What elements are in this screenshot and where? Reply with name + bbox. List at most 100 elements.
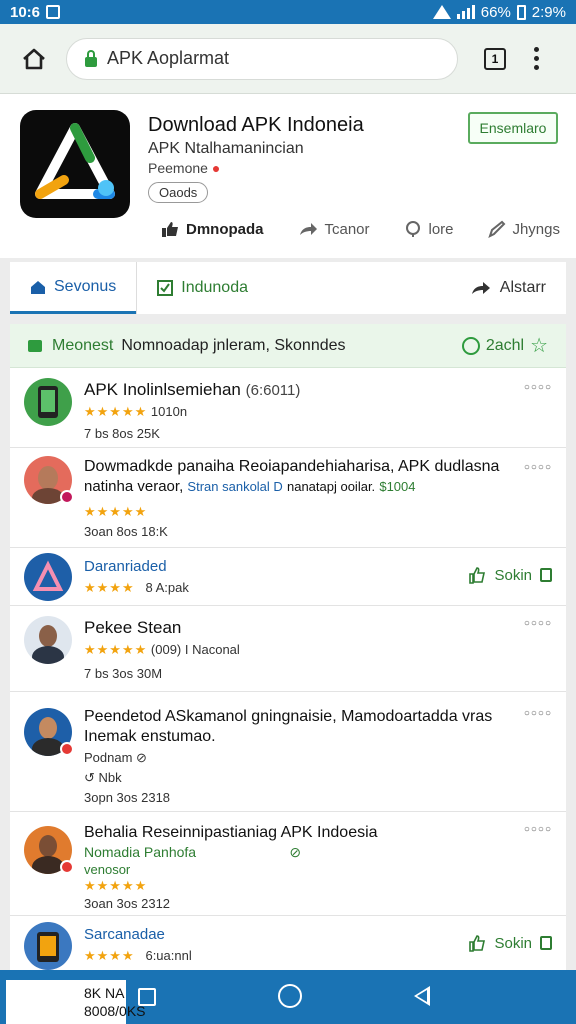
wifi-icon xyxy=(432,5,451,19)
recents-button[interactable] xyxy=(138,988,156,1006)
more-options-icon[interactable]: ○○○○ xyxy=(524,708,552,719)
share-arrow-icon xyxy=(471,282,490,294)
app-tag[interactable]: Oaods xyxy=(148,182,209,203)
user-avatar xyxy=(24,616,72,664)
item-title: APK Inolinlsemiehan (6:6011) xyxy=(84,380,301,399)
status-clock: 2:9% xyxy=(531,3,566,21)
more-options-icon[interactable]: ○○○○ xyxy=(524,462,552,473)
clock-icon xyxy=(461,336,480,355)
home-button[interactable] xyxy=(14,39,54,79)
install-button[interactable]: Ensemlaro xyxy=(468,112,558,144)
notification-icon xyxy=(46,5,61,19)
app-actions: Dmnopada Tcanor lore Jhyngs xyxy=(160,220,560,238)
app-developer: Peemone ● xyxy=(148,160,221,176)
bookmark-icon xyxy=(540,568,552,582)
list-item[interactable]: Daranriaded ★★★★ 8 A:pak Sokin xyxy=(10,548,566,606)
item-meta-2: ↺ Nbk xyxy=(84,770,122,785)
thumb-icon xyxy=(162,222,178,237)
battery-icon xyxy=(516,4,526,20)
overflow-menu-button[interactable] xyxy=(534,47,539,70)
item-rating: ★★★★ 8 A:pak xyxy=(84,580,189,595)
item-rating: ★★★★★ (009) I Naconal xyxy=(84,642,240,657)
item-rating: ★★★★★ xyxy=(84,504,148,519)
list-header-new: Meonest xyxy=(52,336,114,354)
item-stats: 3oan 8os 18:K xyxy=(84,524,168,539)
home-nav-button[interactable] xyxy=(278,984,302,1008)
item-title: Sarcanadae xyxy=(84,926,165,943)
item-stats: 3opn 3os 2318 xyxy=(84,790,171,805)
list-item[interactable]: Pekee Stean ★★★★★ (009) I Naconal 7 bs 3… xyxy=(10,606,566,692)
item-title: Peendetod ASkamanol gningnaisie, Mamodoa… xyxy=(84,708,493,725)
item-developer: Nomadia Panhofa ⊘ xyxy=(84,844,302,860)
item-subtitle: Inemak enstumao. xyxy=(84,728,216,745)
list-item[interactable]: Peendetod ASkamanol gningnaisie, Mamodoa… xyxy=(10,692,566,812)
star-outline-icon: ☆ xyxy=(530,335,548,357)
item-rating: ★★★★ 6:ua:nnl xyxy=(84,948,192,963)
home-icon xyxy=(23,48,45,69)
item-rating: ★★★★★ 1010n xyxy=(84,404,188,419)
item-title: Pekee Stean xyxy=(84,618,182,637)
more-options-icon[interactable]: ○○○○ xyxy=(524,382,552,393)
app-list-card: Meonest Nomnoadap jnleram, Skonndes 2ach… xyxy=(10,324,566,974)
browser-toolbar: APK Aoplarmat 1 xyxy=(0,24,576,94)
lock-icon xyxy=(85,49,97,67)
badge-icon xyxy=(60,860,74,874)
app-subtitle: APK Ntalhamanincian xyxy=(148,140,304,157)
badge-icon xyxy=(60,742,74,756)
item-stats: 7 bs 8os 25K xyxy=(84,426,160,441)
settings-action[interactable]: Jhyngs xyxy=(488,220,560,238)
checkbox-icon xyxy=(157,280,174,296)
app-avatar xyxy=(24,922,72,970)
download-action[interactable]: Dmnopada xyxy=(160,220,264,238)
nav-note: 8K NA 8008/0KS xyxy=(6,980,146,1024)
thumb-icon xyxy=(469,567,486,584)
list-header-text: Nomnoadap jnleram, Skonndes xyxy=(121,336,346,354)
info-icon xyxy=(406,221,421,237)
tab-indonesia[interactable]: Indunoda xyxy=(136,262,268,314)
badge-icon xyxy=(60,490,74,504)
edit-icon xyxy=(488,220,506,238)
list-item[interactable]: Behalia Reseinnipastianiag APK Indoesia … xyxy=(10,812,566,916)
item-rating: ★★★★★ xyxy=(84,878,148,893)
item-stats: 3oan 3os 2312 xyxy=(84,896,171,911)
thumb-icon xyxy=(469,935,486,952)
download-button[interactable]: Sokin xyxy=(468,566,552,584)
more-options-icon[interactable]: ○○○○ xyxy=(524,824,552,835)
list-item[interactable]: Sarcanadae ★★★★ 6:ua:nnl Sokin xyxy=(10,916,566,974)
list-item[interactable]: APK Inolinlsemiehan (6:6011) ★★★★★ 1010n… xyxy=(10,368,566,448)
url-field[interactable]: APK Aoplarmat xyxy=(66,37,458,80)
app-avatar xyxy=(24,553,72,601)
item-vendor: venosor xyxy=(84,862,131,877)
item-stats: 7 bs 3os 30M xyxy=(84,666,163,681)
more-action[interactable]: lore xyxy=(404,220,454,238)
tab-bar: Sevonus Indunoda Alstarr xyxy=(10,262,566,314)
battery-percent: 66% xyxy=(480,3,511,21)
app-title: Download APK Indoneia xyxy=(148,114,364,136)
tab-switcher-button[interactable]: 1 xyxy=(484,47,506,70)
badge-icon: ● xyxy=(211,160,221,176)
list-header: Meonest Nomnoadap jnleram, Skonndes 2ach… xyxy=(10,324,566,368)
status-bar: 10:6 66% 2:9% xyxy=(0,0,576,24)
share-action[interactable]: Tcanor xyxy=(298,220,370,238)
url-text: APK Aoplarmat xyxy=(107,48,230,68)
share-arrow-icon xyxy=(300,223,318,235)
item-title: Dowmadkde panaiha Reoiapandehiaharisa, A… xyxy=(84,458,500,475)
download-button[interactable]: Sokin xyxy=(468,934,552,952)
list-header-right[interactable]: 2achl ☆ xyxy=(461,333,548,358)
status-time: 10:6 xyxy=(10,3,41,21)
check-icon xyxy=(28,339,42,352)
back-button[interactable] xyxy=(414,986,430,1006)
more-options-icon[interactable]: ○○○○ xyxy=(524,618,552,629)
list-item[interactable]: Dowmadkde panaiha Reoiapandehiaharisa, A… xyxy=(10,448,566,548)
home-icon xyxy=(31,280,45,294)
app-header: Download APK Indoneia APK Ntalhamanincia… xyxy=(0,94,576,258)
system-nav-bar: 8K NA 8008/0KS xyxy=(0,970,576,1024)
tab-services[interactable]: Sevonus xyxy=(10,262,137,314)
item-title: Daranriaded xyxy=(84,558,167,575)
tab-history[interactable]: Alstarr xyxy=(450,262,566,314)
app-icon xyxy=(20,110,130,218)
triangle-logo-icon xyxy=(35,123,115,199)
item-title: Behalia Reseinnipastianiag APK Indoesia xyxy=(84,824,378,841)
item-meta: Podnam ⊘ xyxy=(84,750,147,765)
app-avatar xyxy=(24,378,72,426)
